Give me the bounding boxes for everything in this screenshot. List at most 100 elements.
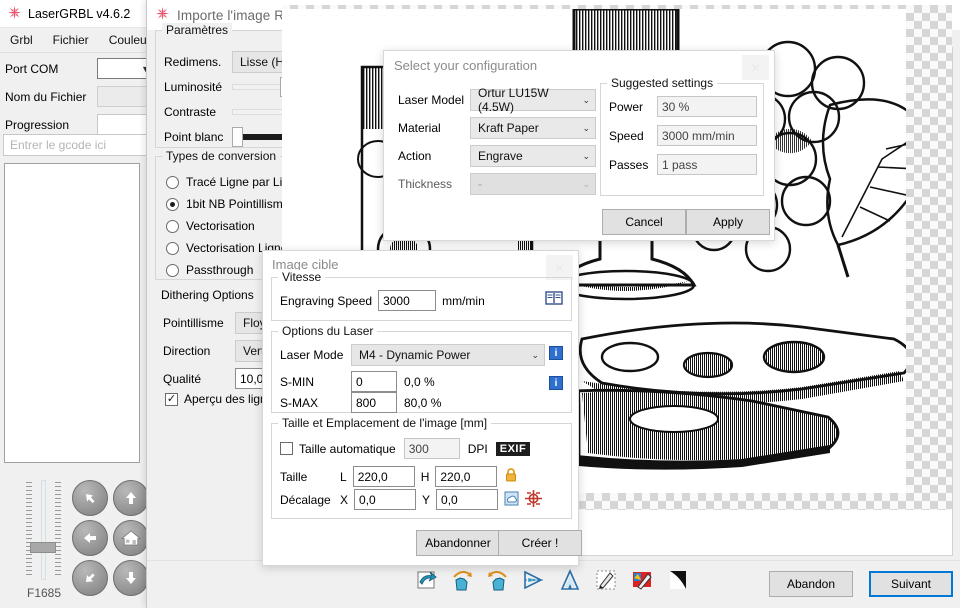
- thickness-row: Thickness - ⌄: [398, 173, 614, 195]
- chevron-down-icon: ⌄: [582, 178, 590, 189]
- chevron-down-icon: ⌄: [531, 349, 539, 360]
- taille-height-input[interactable]: 220,0: [435, 466, 498, 487]
- decalage-y-input[interactable]: 0,0: [436, 489, 499, 510]
- laser-model-row: Laser Model Ortur LU15W (4.5W) ⌄: [398, 86, 614, 114]
- exif-button[interactable]: EXIF: [495, 441, 531, 456]
- radio-label: 1bit NB Pointillisme: [186, 197, 290, 211]
- dpi-input[interactable]: 300: [403, 438, 460, 459]
- s-values-info-icon[interactable]: i: [549, 376, 563, 390]
- decalage-y-value: 0,0: [441, 492, 458, 507]
- jog-up-button[interactable]: [113, 480, 149, 516]
- cancel-button[interactable]: Cancel: [602, 209, 686, 235]
- power-row: Power 30 %: [609, 96, 757, 117]
- creer-button[interactable]: Créer !: [498, 530, 582, 556]
- flip-vertical-icon[interactable]: [556, 566, 584, 594]
- auto-place-icon[interactable]: [504, 491, 519, 509]
- rotate-right-icon[interactable]: [448, 566, 476, 594]
- image-tools-toolbar: [412, 566, 692, 594]
- filename-label: Nom du Fichier: [5, 89, 87, 104]
- radio-dot: [166, 263, 179, 277]
- engraving-speed-input[interactable]: 3000: [378, 290, 437, 311]
- decalage-x-input[interactable]: 0,0: [354, 489, 417, 510]
- chevron-down-icon: ⌄: [582, 122, 590, 133]
- menu-item-fichier[interactable]: Fichier: [43, 30, 99, 50]
- book-reference-icon[interactable]: [545, 290, 563, 309]
- chevron-down-icon: ⌄: [582, 150, 590, 161]
- flip-horizontal-icon[interactable]: [520, 566, 548, 594]
- crop-icon[interactable]: [592, 566, 620, 594]
- passes-value-field: 1 pass: [657, 154, 757, 175]
- slider-thumb[interactable]: [30, 542, 56, 553]
- radio-dot: [166, 219, 179, 233]
- laser-mode-select[interactable]: M4 - Dynamic Power ⌄: [351, 344, 545, 366]
- menu-item-grbl[interactable]: Grbl: [0, 30, 43, 50]
- checkbox-box: [165, 392, 178, 406]
- abandon-button[interactable]: Abandon: [769, 571, 853, 597]
- parameters-legend: Paramètres: [162, 23, 233, 37]
- material-label: Material: [398, 121, 441, 135]
- decalage-y-label: Y: [422, 492, 431, 507]
- smax-label: S-MAX: [280, 395, 319, 410]
- jog-control-panel: F1685: [0, 468, 149, 608]
- radio-label: Vectorisation: [186, 219, 255, 233]
- whitepoint-knob[interactable]: [232, 126, 243, 147]
- gcode-list-view[interactable]: [4, 163, 140, 463]
- select-configuration-dialog: Select your configuration ✕ Laser Model …: [383, 50, 775, 241]
- engraving-speed-value: 3000: [383, 293, 410, 308]
- engraving-speed-label: Engraving Speed: [280, 293, 373, 308]
- invert-colors-icon[interactable]: [664, 566, 692, 594]
- speed-label: Speed: [609, 128, 644, 143]
- rotate-left-icon[interactable]: [484, 566, 512, 594]
- qualite-label: Qualité: [163, 371, 202, 386]
- taille-width-value: 220,0: [357, 469, 388, 484]
- center-target-icon[interactable]: [525, 489, 543, 510]
- whitepoint-label: Point blanc: [164, 129, 224, 144]
- lock-icon[interactable]: [503, 467, 519, 486]
- laser-mode-info-icon[interactable]: i: [549, 346, 563, 360]
- laser-model-value: Ortur LU15W (4.5W): [478, 86, 549, 114]
- jog-up-left-button[interactable]: [72, 480, 108, 516]
- taille-width-input[interactable]: 220,0: [352, 466, 415, 487]
- jog-left-button[interactable]: [72, 520, 108, 556]
- action-select[interactable]: Engrave ⌄: [470, 145, 596, 167]
- engraving-speed-unit: mm/min: [442, 293, 485, 308]
- size-placement-group: Taille et Emplacement de l'image [mm] Ta…: [271, 416, 572, 519]
- action-value: Engrave: [478, 149, 523, 163]
- thickness-label: Thickness: [398, 177, 453, 191]
- vitesse-group: Vitesse Engraving Speed 3000 mm/min: [271, 270, 572, 321]
- passes-label: Passes: [609, 157, 649, 172]
- passes-row: Passes 1 pass: [609, 154, 757, 175]
- laser-mode-value: M4 - Dynamic Power: [359, 348, 471, 362]
- jog-down-button[interactable]: [113, 560, 149, 596]
- material-select[interactable]: Kraft Paper ⌄: [470, 117, 596, 139]
- vitesse-legend: Vitesse: [278, 270, 326, 284]
- action-row: Action Engrave ⌄: [398, 145, 614, 167]
- contrast-label: Contraste: [164, 104, 217, 119]
- laser-model-label: Laser Model: [398, 93, 465, 107]
- pointillisme-label: Pointillisme: [163, 315, 224, 330]
- suivant-button[interactable]: Suivant: [869, 571, 953, 597]
- rotate-page-icon[interactable]: [412, 566, 440, 594]
- progress-label: Progression: [5, 117, 70, 132]
- decalage-x-value: 0,0: [359, 492, 376, 507]
- jog-home-button[interactable]: [113, 520, 149, 556]
- material-value: Kraft Paper: [478, 121, 539, 135]
- color-select-icon[interactable]: [628, 566, 656, 594]
- slider-track: [41, 480, 46, 580]
- thickness-value: -: [478, 177, 482, 191]
- feed-speed-slider[interactable]: [22, 480, 64, 580]
- select-configuration-close-button[interactable]: ✕: [742, 55, 769, 80]
- smax-input[interactable]: 800: [351, 392, 397, 413]
- speed-value: 3000 mm/min: [662, 128, 735, 143]
- chevron-down-icon: ⌄: [582, 94, 590, 105]
- jog-down-left-button[interactable]: [72, 560, 108, 596]
- laser-model-select[interactable]: Ortur LU15W (4.5W) ⌄: [470, 86, 596, 114]
- autosize-checkbox[interactable]: Taille automatique: [280, 442, 396, 456]
- apply-button[interactable]: Apply: [686, 209, 770, 235]
- lasergrbl-title-text: LaserGRBL v4.6.2: [28, 6, 131, 21]
- smin-input[interactable]: 0: [351, 371, 397, 392]
- select-configuration-title: Select your configuration: [394, 58, 538, 73]
- abandonner-button[interactable]: Abandonner: [416, 530, 500, 556]
- laser-options-group: Options du Laser Laser Mode M4 - Dynamic…: [271, 324, 572, 413]
- power-value-field: 30 %: [657, 96, 757, 117]
